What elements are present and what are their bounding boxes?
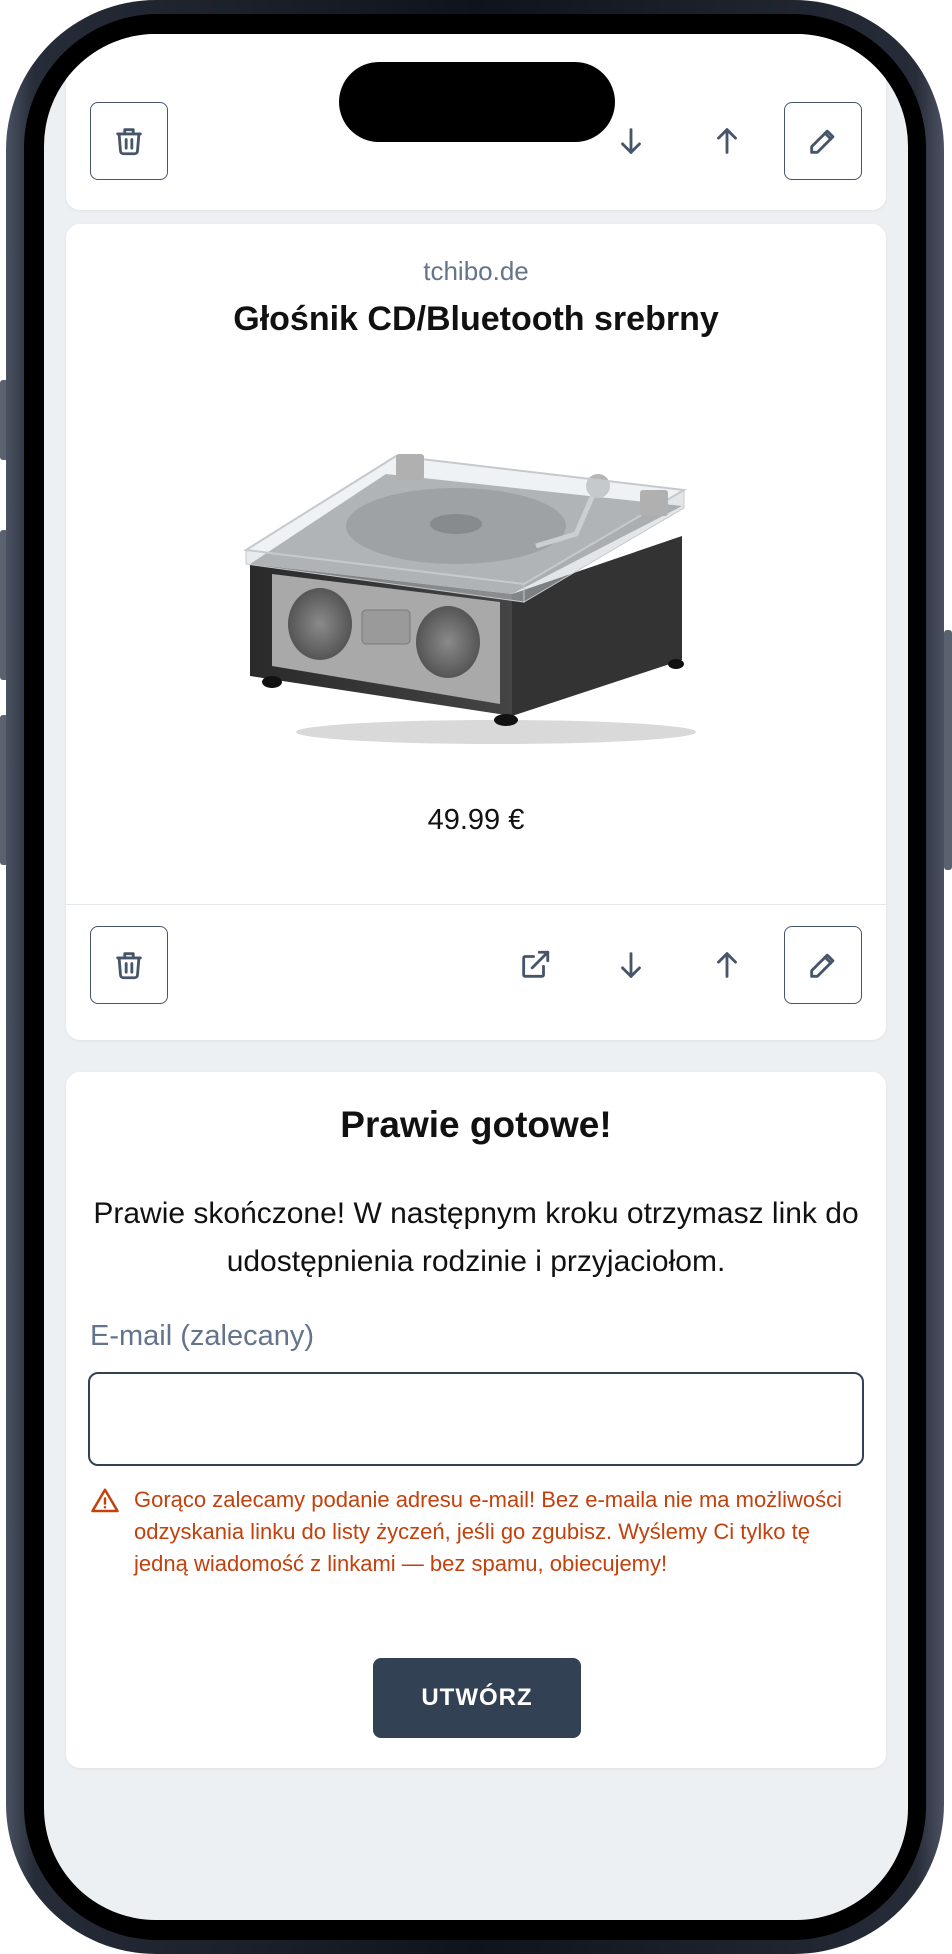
finish-card: Prawie gotowe! Prawie skończone! W nastę… [66,1072,886,1768]
email-field[interactable] [88,1372,864,1466]
item-actions-bar [66,904,886,1024]
product-image [243,454,696,744]
arrow-up-icon [717,952,737,978]
trash-icon [116,128,142,156]
wishlist-item-card: tchibo.de Głośnik CD/Bluetooth srebrny 4… [66,224,886,1040]
move-down-button[interactable] [592,926,670,1004]
product-price: 49.99 € [427,804,525,836]
warning-text: Gorąco zalecamy podanie adresu e-mail! B… [134,1487,842,1576]
product-title: Głośnik CD/Bluetooth srebrny [233,300,719,338]
move-up-button[interactable] [688,926,766,1004]
external-link-icon [522,950,550,978]
delete-item-button[interactable] [90,926,168,1004]
open-link-button[interactable] [496,926,574,1004]
edit-item-button[interactable] [784,926,862,1004]
trash-icon [116,952,142,980]
pencil-icon [810,129,835,154]
warning-triangle-icon [91,1488,119,1513]
store-name: tchibo.de [423,256,529,286]
email-label: E-mail (zalecany) [90,1320,314,1352]
phone-screen: tchibo.de Głośnik CD/Bluetooth srebrny 4… [44,34,908,1920]
dynamic-island [339,62,615,142]
finish-description: Prawie skończone! W następnym kroku otrz… [93,1197,859,1278]
phone-power-button [944,630,952,870]
delete-item-button[interactable] [90,102,168,180]
arrow-down-icon [621,128,641,154]
create-button[interactable]: UTWÓRZ [373,1658,581,1738]
finish-heading: Prawie gotowe! [340,1104,612,1145]
arrow-down-icon [621,952,641,978]
pencil-icon [810,953,835,978]
edit-item-button[interactable] [784,102,862,180]
move-up-button[interactable] [688,102,766,180]
email-warning: Gorąco zalecamy podanie adresu e-mail! B… [90,1484,846,1580]
arrow-up-icon [717,128,737,154]
